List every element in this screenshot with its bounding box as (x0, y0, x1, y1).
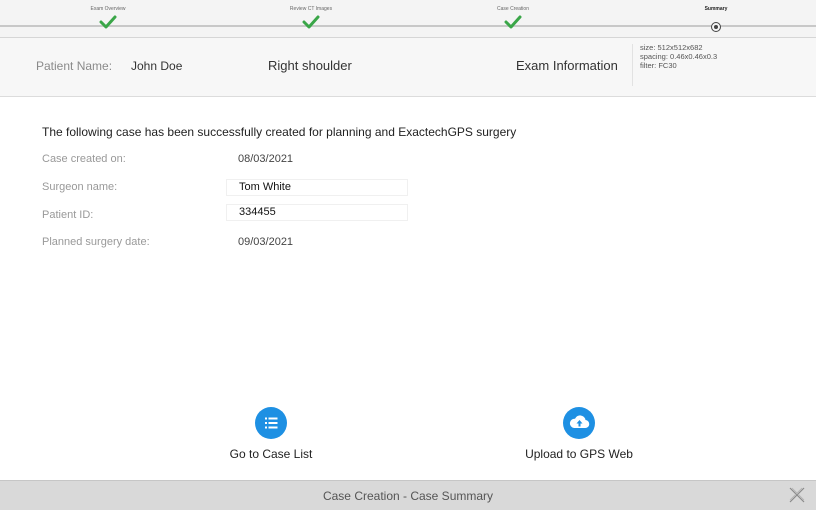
surgeon-name-label: Surgeon name: (42, 181, 118, 193)
step-summary[interactable]: Summary (656, 0, 776, 32)
patient-info-bar: Patient Name: John Doe Right shoulder Ex… (0, 38, 816, 97)
step-review-ct-images[interactable]: Review CT Images (251, 0, 371, 29)
surgeon-name-field[interactable]: Tom White (226, 179, 408, 196)
case-created-label: Case created on: (42, 153, 126, 165)
step-case-creation[interactable]: Case Creation (453, 0, 573, 29)
case-created-value: 08/03/2021 (238, 153, 294, 165)
patient-name-value: John Doe (131, 59, 183, 73)
upload-to-gps-web-label: Upload to GPS Web (525, 447, 633, 461)
exam-information-label: Exam Information (516, 58, 618, 73)
exam-spacing: spacing: 0.46x0.46x0.3 (640, 52, 718, 61)
divider (632, 44, 633, 86)
success-message: The following case has been successfully… (42, 125, 517, 139)
surgeon-name-value: Tom White (239, 181, 291, 193)
patient-id-label: Patient ID: (42, 209, 94, 221)
patient-name-label: Patient Name: (36, 59, 113, 73)
anatomy-region: Right shoulder (268, 58, 352, 73)
check-icon (302, 15, 320, 29)
case-summary-panel: The following case has been successfully… (0, 97, 816, 480)
step-exam-overview[interactable]: Exam Overview (48, 0, 168, 29)
go-to-case-list-button[interactable]: Go to Case List (191, 407, 351, 461)
close-icon[interactable] (786, 484, 808, 506)
upload-to-gps-web-button[interactable]: Upload to GPS Web (499, 407, 659, 461)
exam-filter: filter: FC30 (640, 61, 677, 70)
step-label: Summary (704, 6, 728, 12)
list-icon[interactable] (255, 407, 287, 439)
step-label: Case Creation (497, 6, 529, 12)
exam-details: size: 512x512x682 spacing: 0.46x0.46x0.3… (640, 43, 717, 70)
step-label: Exam Overview (90, 6, 126, 12)
go-to-case-list-label: Go to Case List (229, 447, 313, 461)
planned-surgery-date-value: 09/03/2021 (238, 236, 294, 248)
cloud-upload-icon[interactable] (563, 407, 595, 439)
patient-id-field[interactable]: 334455 (226, 204, 408, 221)
step-label: Review CT Images (289, 6, 333, 12)
patient-id-value: 334455 (239, 206, 276, 218)
check-icon (99, 15, 117, 29)
footer-bar: Case Creation - Case Summary (0, 480, 816, 510)
check-icon (504, 15, 522, 29)
screen-title: Case Creation - Case Summary (322, 489, 494, 503)
current-step-indicator-icon (711, 22, 721, 32)
planned-surgery-date-label: Planned surgery date: (42, 236, 150, 248)
progress-stepper: Exam Overview Review CT Images Case Crea… (0, 0, 816, 38)
stepper-track (0, 25, 816, 27)
exam-size: size: 512x512x682 (640, 43, 703, 52)
